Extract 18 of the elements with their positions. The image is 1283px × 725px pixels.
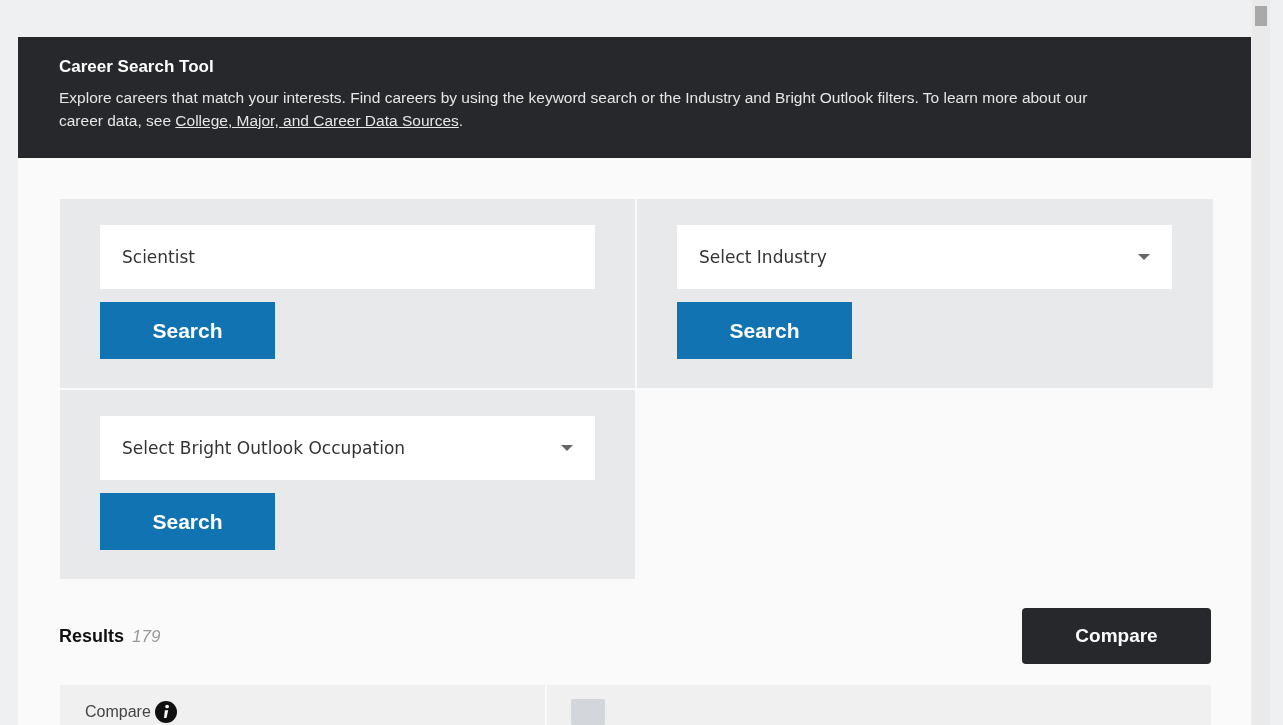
- compare-button[interactable]: Compare: [1022, 608, 1211, 664]
- caret-icon: [561, 445, 573, 451]
- column-header: Compare: [85, 703, 151, 721]
- page-title: Career Search Tool: [59, 57, 215, 77]
- scrollbar-thumb[interactable]: [1255, 6, 1267, 26]
- search-button[interactable]: Search: [100, 493, 275, 550]
- info-icon: [154, 701, 177, 723]
- results-label: Results: [59, 625, 125, 646]
- dropdown[interactable]: Select Bright Outlook Occupation: [100, 416, 595, 480]
- dropdown[interactable]: Select Industry: [677, 225, 1172, 289]
- select-all-checkbox[interactable]: [571, 699, 605, 725]
- search-button[interactable]: Search: [100, 302, 275, 359]
- data-sources-link[interactable]: College, Major, and Career Data Sources: [175, 112, 459, 129]
- search-field[interactable]: Scientist: [100, 225, 595, 289]
- description-text: Explore careers that match your interests. Find careers by using the keyword search or the Industry and Bright Outlook filters. To learn more about our career data, see College, Major, and Career Data Sources.: [59, 88, 1089, 131]
- caret-icon: [1138, 254, 1150, 260]
- results-count: 179: [132, 626, 161, 646]
- search-button[interactable]: Search: [677, 302, 852, 359]
